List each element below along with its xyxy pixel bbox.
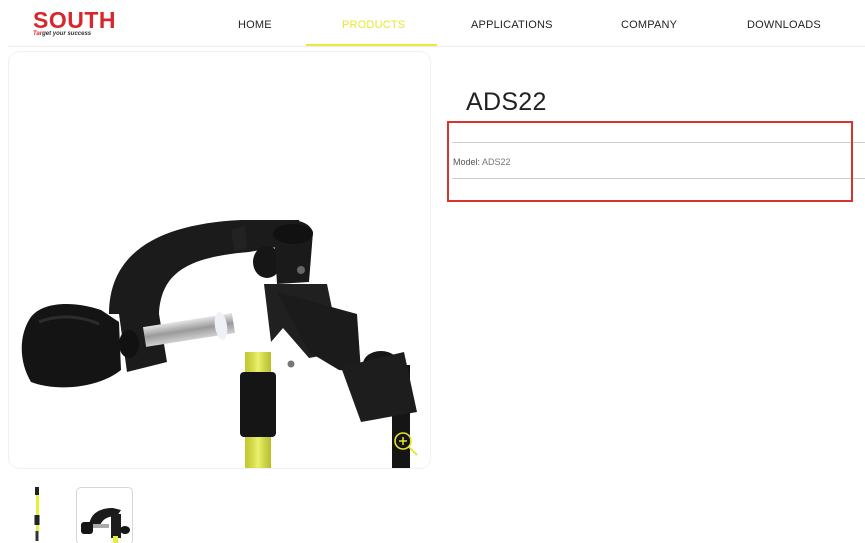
- nav-item-downloads[interactable]: DOWNLOADS: [747, 19, 821, 31]
- zoom-in-icon[interactable]: [393, 431, 419, 457]
- product-image-panel[interactable]: [9, 52, 430, 468]
- thumbnail-clamp[interactable]: [76, 487, 133, 543]
- nav-item-products[interactable]: PRODUCTS: [342, 19, 405, 31]
- south-logo[interactable]: SOUTH Target your success: [33, 7, 116, 38]
- thumbnail-pole[interactable]: [28, 485, 46, 543]
- logo-text: SOUTH: [33, 7, 116, 33]
- thumbnail-clamp-image: [81, 508, 130, 543]
- logo-tagline-prefix: Tar: [33, 31, 43, 37]
- header-divider: [8, 46, 865, 47]
- nav-item-company[interactable]: COMPANY: [621, 19, 677, 31]
- nav-item-home[interactable]: HOME: [238, 19, 272, 31]
- nav-item-applications[interactable]: APPLICATIONS: [471, 19, 553, 31]
- site-header: SOUTH Target your success HOME PRODUCTS …: [0, 0, 865, 48]
- logo-tagline-rest: get your success: [42, 31, 92, 37]
- highlight-box: [447, 121, 853, 202]
- product-title: ADS22: [466, 88, 547, 116]
- product-image: [21, 220, 417, 468]
- logo-tagline: Target your success: [33, 31, 91, 37]
